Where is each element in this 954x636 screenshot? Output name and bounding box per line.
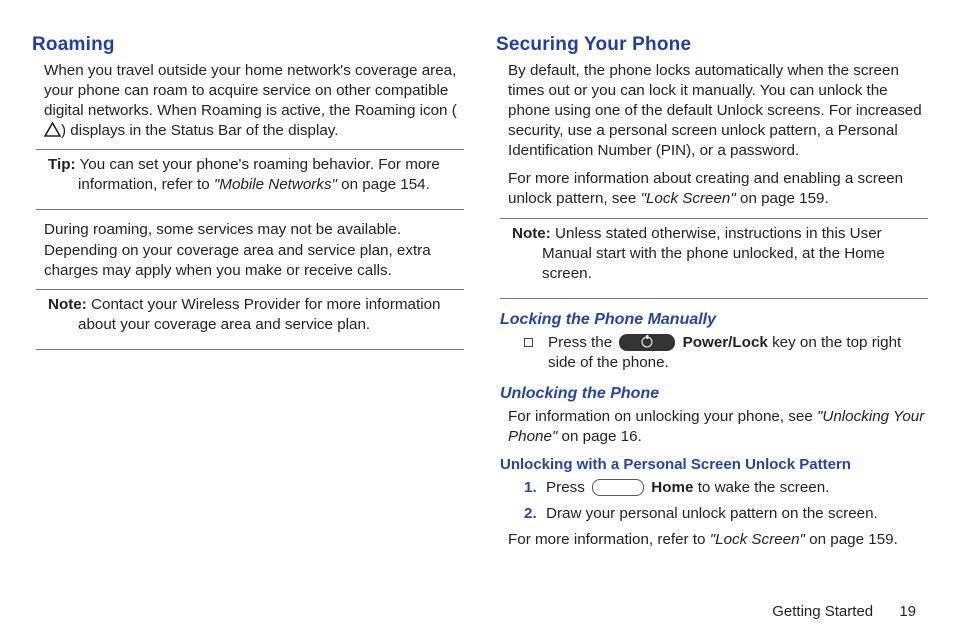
pattern-steps: 1. Press Home to wake the screen. 2. Dra…	[496, 478, 932, 524]
tip-text: Tip: You can set your phone's roaming be…	[40, 155, 460, 195]
note-left-label: Note:	[48, 296, 87, 313]
roaming-charges: During roaming, some services may not be…	[32, 220, 468, 280]
step-1-strong: Home	[651, 479, 693, 496]
left-column: Roaming When you travel outside your hom…	[32, 32, 468, 636]
document-page: Roaming When you travel outside your hom…	[0, 0, 954, 636]
square-bullet-icon	[524, 338, 533, 347]
securing-p2b: on page 159.	[736, 190, 829, 207]
tip-block: Tip: You can set your phone's roaming be…	[36, 149, 464, 210]
step-1-b: to wake the screen.	[693, 479, 829, 496]
heading-unlock-pattern: Unlocking with a Personal Screen Unlock …	[500, 455, 932, 475]
right-column: Securing Your Phone By default, the phon…	[496, 32, 932, 636]
roaming-intro-b: ) displays in the Status Bar of the disp…	[61, 122, 338, 139]
more-a: For more information, refer to	[508, 531, 710, 548]
note-right-body: Unless stated otherwise, instructions in…	[542, 225, 885, 282]
home-key-icon	[592, 479, 644, 496]
tip-label: Tip:	[48, 156, 76, 173]
more-b: on page 159.	[805, 531, 898, 548]
roaming-intro-a: When you travel outside your home networ…	[44, 62, 457, 119]
note-block-right: Note: Unless stated otherwise, instructi…	[500, 218, 928, 299]
footer-section: Getting Started	[772, 603, 873, 620]
securing-p2-ref: "Lock Screen"	[641, 190, 736, 207]
step-1-number: 1.	[524, 478, 537, 498]
unlock-para: For information on unlocking your phone,…	[496, 407, 932, 447]
lock-instruction: Press the Power/Lock key on the top righ…	[496, 333, 932, 373]
note-right-text: Note: Unless stated otherwise, instructi…	[504, 224, 924, 284]
tip-b: on page 154.	[337, 176, 430, 193]
heading-unlocking: Unlocking the Phone	[500, 383, 932, 404]
unlock-pa: For information on unlocking your phone,…	[508, 408, 817, 425]
lock-a: Press the	[548, 334, 616, 351]
heading-locking-manually: Locking the Phone Manually	[500, 309, 932, 330]
note-left-text: Note: Contact your Wireless Provider for…	[40, 295, 460, 335]
unlock-pb: on page 16.	[557, 428, 641, 445]
footer-page-number: 19	[899, 603, 916, 620]
securing-p1: By default, the phone locks automaticall…	[496, 61, 932, 161]
note-right-label: Note:	[512, 225, 551, 242]
power-lock-key-icon	[619, 334, 675, 351]
note-block-left: Note: Contact your Wireless Provider for…	[36, 289, 464, 350]
lock-strong: Power/Lock	[683, 334, 768, 351]
heading-securing: Securing Your Phone	[496, 32, 932, 57]
tip-ref: "Mobile Networks"	[214, 176, 337, 193]
step-2: 2. Draw your personal unlock pattern on …	[524, 504, 932, 524]
step-1-a: Press	[546, 479, 589, 496]
heading-roaming: Roaming	[32, 32, 468, 57]
securing-p2: For more information about creating and …	[496, 169, 932, 209]
more-ref: "Lock Screen"	[710, 531, 805, 548]
step-2-number: 2.	[524, 504, 537, 524]
step-1: 1. Press Home to wake the screen.	[524, 478, 932, 498]
roaming-intro: When you travel outside your home networ…	[32, 61, 468, 141]
roaming-icon	[44, 122, 61, 137]
pattern-more-info: For more information, refer to "Lock Scr…	[496, 530, 932, 550]
note-left-body: Contact your Wireless Provider for more …	[78, 296, 440, 333]
step-2-text: Draw your personal unlock pattern on the…	[546, 505, 878, 522]
page-footer: Getting Started 19	[772, 603, 916, 620]
